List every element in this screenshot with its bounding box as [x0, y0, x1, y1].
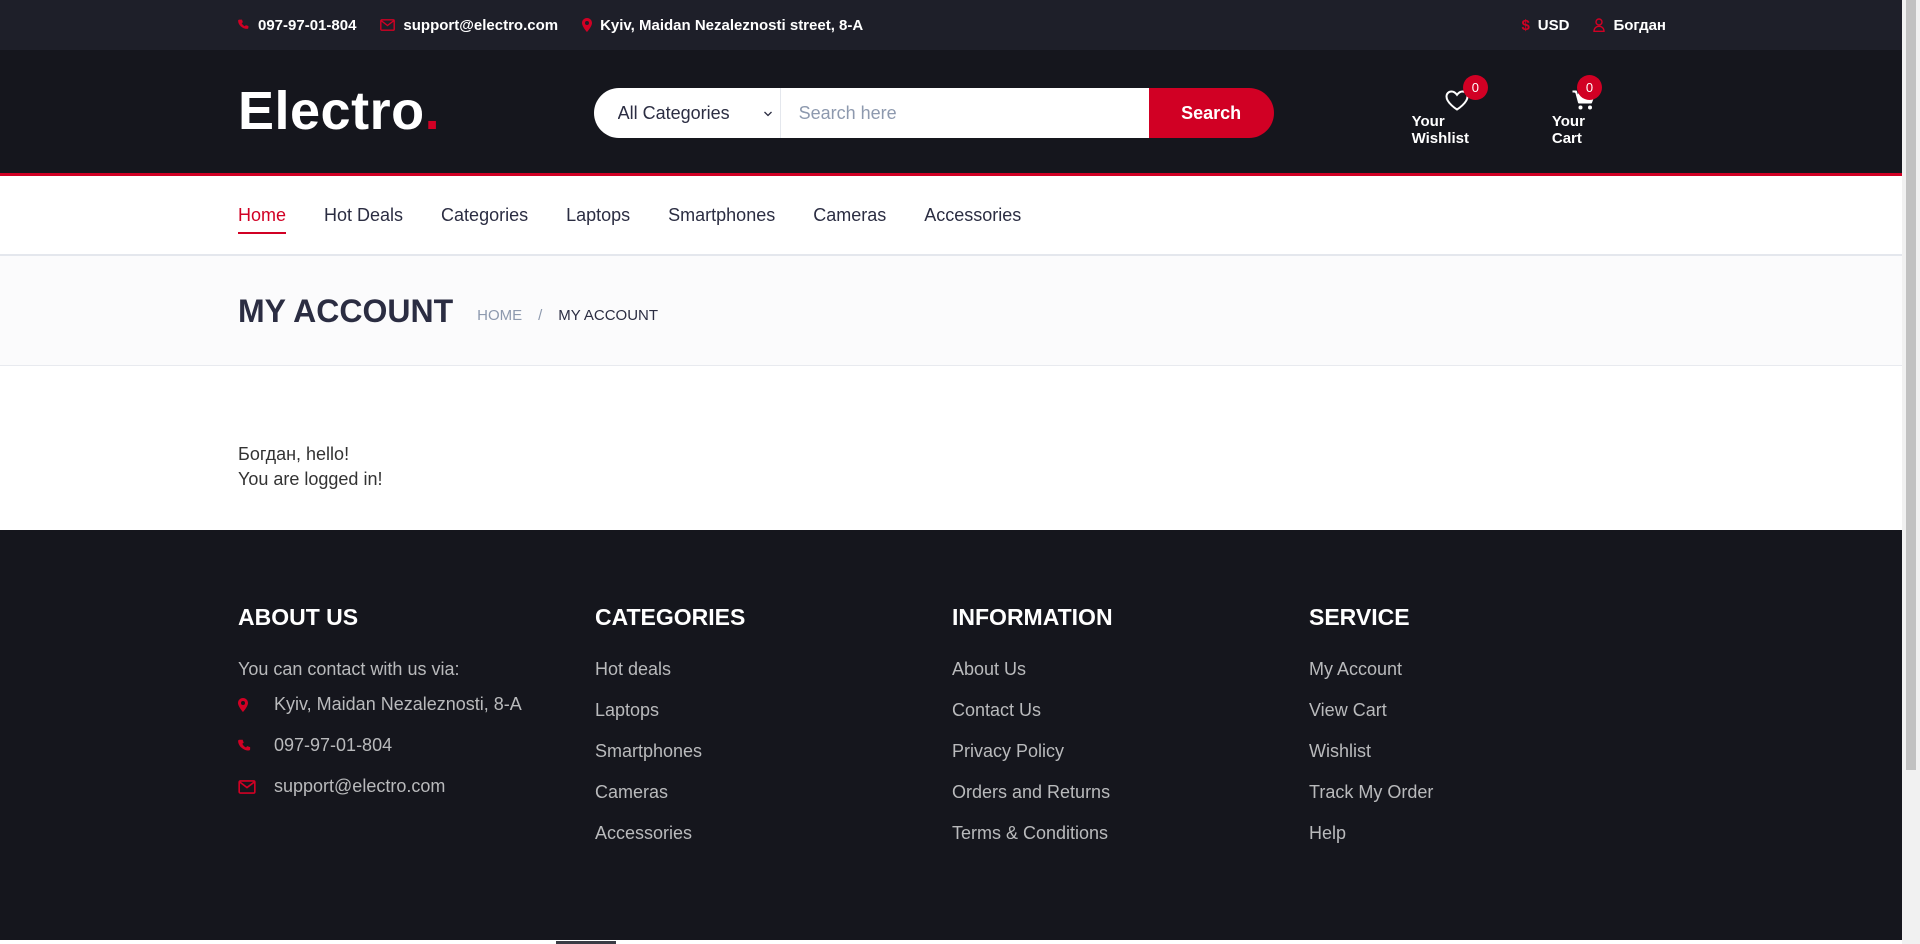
top-email-link[interactable]: support@electro.com: [380, 17, 558, 34]
search-button[interactable]: Search: [1148, 88, 1274, 138]
footer-service-list: My Account View Cart Wishlist Track My O…: [1309, 659, 1666, 844]
phone-icon: [238, 19, 250, 31]
currency-link[interactable]: $ USD: [1521, 17, 1569, 34]
footer-link-privacy-policy[interactable]: Privacy Policy: [952, 741, 1309, 762]
breadcrumb-current: MY ACCOUNT: [558, 306, 659, 324]
footer-service: SERVICE My Account View Cart Wishlist Tr…: [1309, 604, 1666, 864]
cart-label: Your Cart: [1551, 113, 1585, 147]
header-actions: Your Wishlist 0 Your Cart 0: [1411, 75, 1666, 147]
footer-contact-list: Kyiv, Maidan Nezaleznosti, 8-A 097-97-01…: [238, 694, 595, 797]
logo-dot: .: [424, 81, 441, 141]
logo-text: Electro: [238, 81, 425, 141]
breadcrumb: MY ACCOUNT HOME / MY ACCOUNT: [0, 256, 1902, 366]
logo[interactable]: Electro.: [238, 80, 594, 142]
breadcrumb-tree: HOME / MY ACCOUNT: [477, 307, 658, 324]
footer-service-title: SERVICE: [1309, 604, 1410, 630]
footer-link-terms[interactable]: Terms & Conditions: [952, 823, 1309, 844]
currency-text: USD: [1537, 16, 1570, 34]
page-title: MY ACCOUNT: [238, 292, 454, 329]
footer-link-track-order[interactable]: Track My Order: [1309, 782, 1666, 803]
top-email-text: support@electro.com: [403, 16, 559, 34]
footer-link-about-us[interactable]: About Us: [952, 659, 1309, 680]
nav-item-categories[interactable]: Categories: [441, 205, 528, 226]
nav-item-home[interactable]: Home: [238, 205, 287, 234]
category-select-wrapper: All Categories: [593, 88, 781, 138]
footer-link-cameras[interactable]: Cameras: [595, 782, 952, 803]
user-name-text: Богдан: [1613, 16, 1666, 34]
footer-link-hot-deals[interactable]: Hot deals: [595, 659, 952, 680]
search-form: All Categories Search: [593, 88, 1274, 138]
login-status-text: You are logged in!: [238, 469, 383, 489]
footer-link-help[interactable]: Help: [1309, 823, 1666, 844]
map-marker-icon: [238, 697, 274, 712]
footer-email-link[interactable]: support@electro.com: [238, 776, 595, 797]
footer: ABOUT US You can contact with us via: Ky…: [0, 530, 1902, 940]
nav-item-smartphones[interactable]: Smartphones: [668, 205, 775, 226]
top-bar: 097-97-01-804 support@electro.com Kyiv, …: [0, 0, 1902, 50]
phone-icon: [238, 739, 274, 753]
footer-categories: CATEGORIES Hot deals Laptops Smartphones…: [595, 604, 952, 864]
footer-link-contact-us[interactable]: Contact Us: [952, 700, 1309, 721]
footer-link-view-cart[interactable]: View Cart: [1309, 700, 1666, 721]
nav-list: Home Hot Deals Categories Laptops Smartp…: [238, 176, 1666, 254]
map-marker-icon: [582, 18, 593, 32]
footer-link-my-account[interactable]: My Account: [1309, 659, 1666, 680]
main-header: Electro. All Categories Search here Sear…: [0, 50, 1902, 176]
category-select[interactable]: All Categories: [593, 88, 781, 138]
main-navigation: Home Hot Deals Categories Laptops Smartp…: [0, 176, 1902, 256]
page: 097-97-01-804 support@electro.com Kyiv, …: [0, 0, 1902, 944]
user-account-link[interactable]: Богдан: [1593, 17, 1666, 34]
page-scrollbar[interactable]: [1902, 0, 1920, 944]
footer-categories-title: CATEGORIES: [595, 604, 746, 630]
footer-link-smartphones[interactable]: Smartphones: [595, 741, 952, 762]
footer-about: ABOUT US You can contact with us via: Ky…: [238, 604, 595, 864]
footer-about-intro: You can contact with us via:: [238, 659, 460, 679]
footer-phone-link[interactable]: 097-97-01-804: [238, 735, 595, 756]
nav-item-laptops[interactable]: Laptops: [566, 205, 630, 226]
cart-count-badge: 0: [1577, 75, 1602, 100]
search-input[interactable]: [780, 88, 1149, 138]
footer-information: INFORMATION About Us Contact Us Privacy …: [952, 604, 1309, 864]
account-section: Богдан, hello! You are logged in!: [0, 366, 1902, 530]
nav-item-accessories[interactable]: Accessories: [924, 205, 1021, 226]
envelope-icon: [380, 19, 396, 31]
footer-information-title: INFORMATION: [952, 604, 1113, 630]
greeting-text: Богдан, hello!: [238, 444, 350, 464]
wishlist-label: Your Wishlist: [1411, 113, 1469, 147]
user-icon: [1593, 18, 1606, 32]
nav-item-cameras[interactable]: Cameras: [813, 205, 886, 226]
top-address-link[interactable]: Kyiv, Maidan Nezaleznosti street, 8-A: [582, 17, 863, 34]
footer-information-list: About Us Contact Us Privacy Policy Order…: [952, 659, 1309, 844]
wishlist-count-badge: 0: [1462, 75, 1488, 100]
footer-link-orders-returns[interactable]: Orders and Returns: [952, 782, 1309, 803]
footer-phone-text: 097-97-01-804: [274, 735, 393, 755]
cart-button[interactable]: Your Cart 0: [1551, 75, 1616, 147]
footer-link-accessories[interactable]: Accessories: [595, 823, 952, 844]
footer-address-link[interactable]: Kyiv, Maidan Nezaleznosti, 8-A: [238, 694, 595, 715]
top-phone-link[interactable]: 097-97-01-804: [238, 17, 356, 34]
top-address-text: Kyiv, Maidan Nezaleznosti street, 8-A: [600, 16, 864, 34]
breadcrumb-home-link[interactable]: HOME: [477, 307, 522, 324]
nav-item-hot-deals[interactable]: Hot Deals: [324, 205, 403, 226]
scrollbar-thumb[interactable]: [1906, 0, 1916, 770]
footer-address-text: Kyiv, Maidan Nezaleznosti, 8-A: [274, 694, 522, 714]
top-phone-text: 097-97-01-804: [258, 16, 357, 34]
breadcrumb-separator: /: [538, 306, 543, 324]
footer-about-title: ABOUT US: [238, 604, 359, 630]
top-user-links: $ USD Богдан: [1497, 17, 1666, 34]
top-contact-links: 097-97-01-804 support@electro.com Kyiv, …: [238, 17, 887, 34]
dollar-icon: $: [1521, 16, 1530, 34]
footer-email-text: support@electro.com: [274, 776, 446, 796]
envelope-icon: [238, 779, 274, 794]
footer-categories-list: Hot deals Laptops Smartphones Cameras Ac…: [595, 659, 952, 844]
footer-link-wishlist[interactable]: Wishlist: [1309, 741, 1666, 762]
footer-link-laptops[interactable]: Laptops: [595, 700, 952, 721]
wishlist-button[interactable]: Your Wishlist 0: [1411, 75, 1502, 147]
